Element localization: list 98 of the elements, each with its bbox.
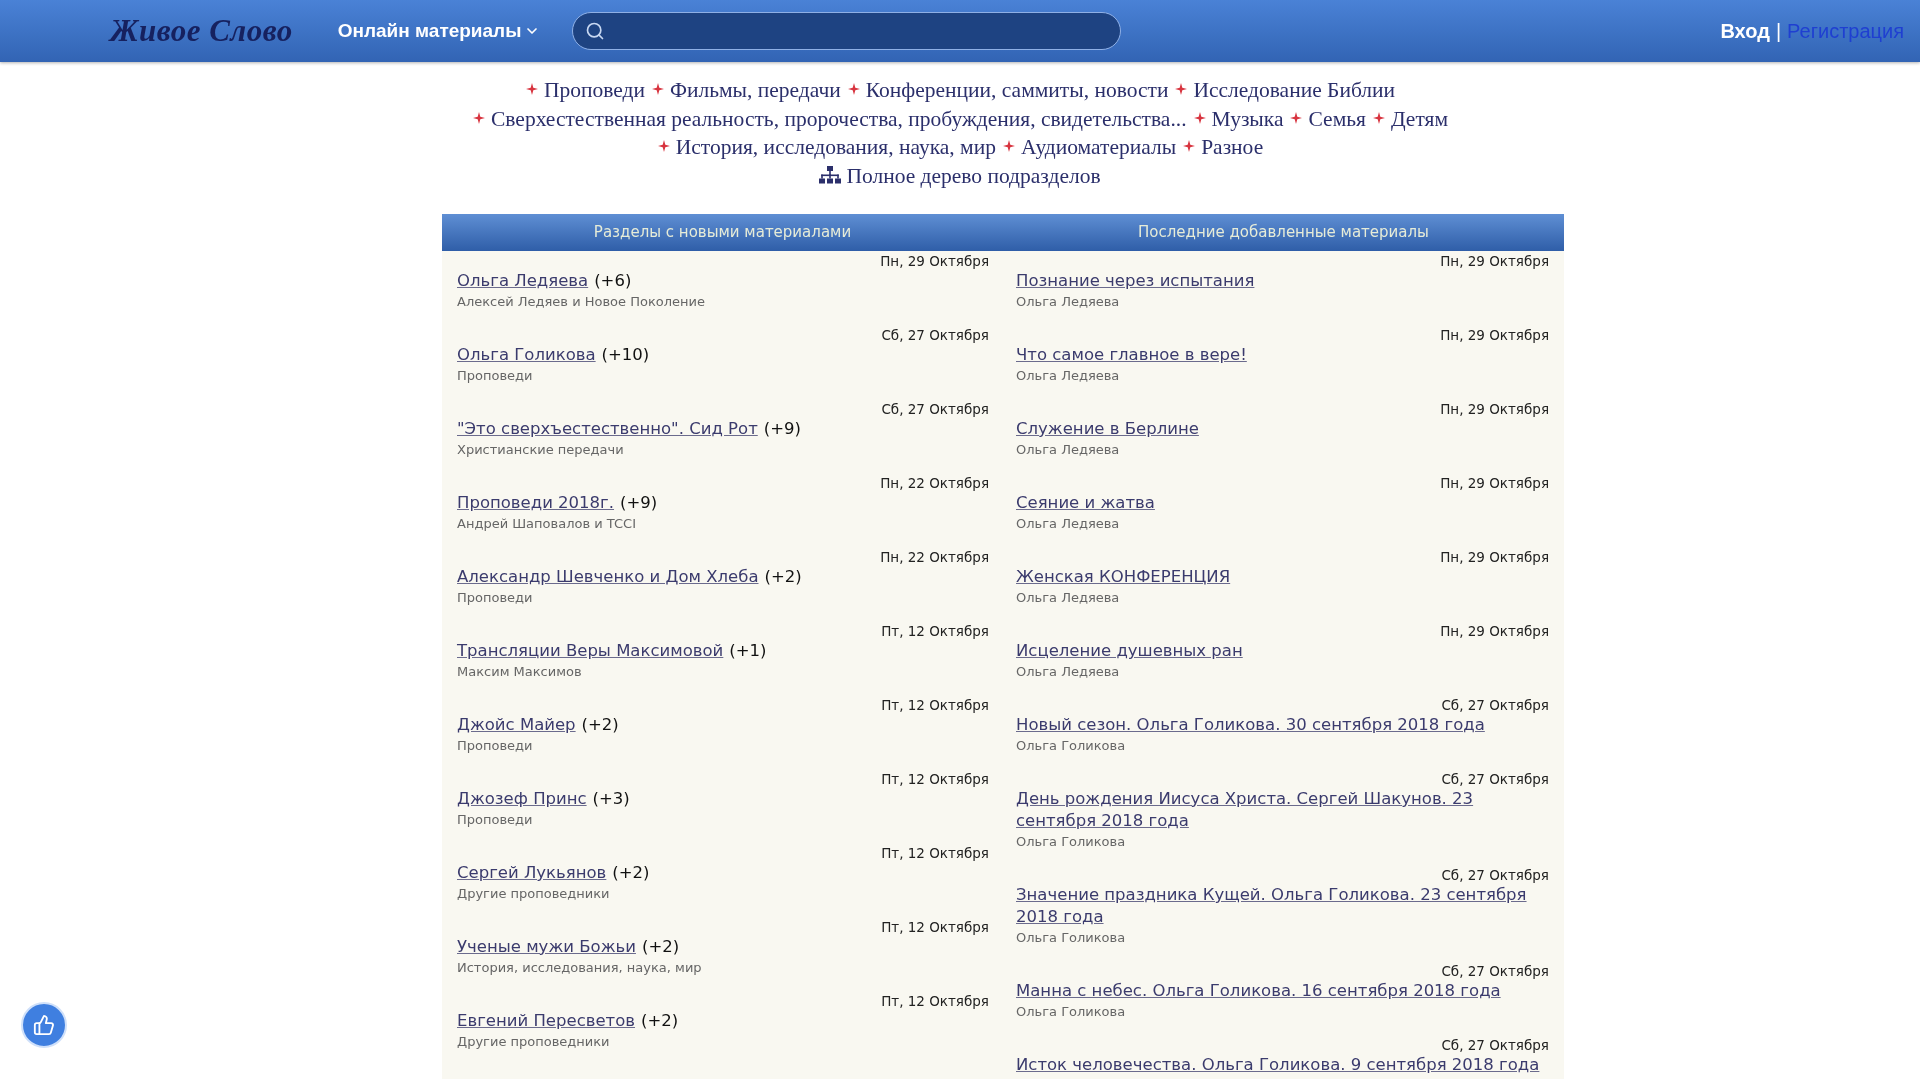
item-subtitle: Ольга Ледяева: [1016, 515, 1121, 533]
category-link[interactable]: Музыка: [1211, 106, 1284, 131]
item-date: Пн, 22 Октября: [880, 549, 989, 566]
item-count: (+10): [601, 345, 650, 364]
column-header: Разделы с новыми материалами: [442, 214, 1003, 251]
item-link[interactable]: Александр Шевченко и Дом Хлеба: [457, 566, 759, 588]
item-date: Пт, 12 Октября: [881, 845, 989, 862]
item-date: Пн, 29 Октября: [1440, 253, 1549, 270]
category-link[interactable]: Семья: [1308, 106, 1366, 131]
item-subtitle: Максим Максимов: [457, 663, 583, 681]
thumbs-up-icon: [33, 1014, 55, 1036]
item-subtitle: Христианские передачи: [457, 441, 625, 459]
item-date: Пн, 29 Октября: [880, 253, 989, 270]
item-subtitle: Другие проповедники: [457, 885, 611, 903]
item-subtitle: Ольга Ледяева: [1016, 441, 1121, 459]
item-count: (+2): [641, 1011, 679, 1030]
item-link[interactable]: Трансляции Веры Максимовой: [457, 640, 724, 662]
item-subtitle: Ольга Голикова: [1016, 929, 1127, 947]
item-link[interactable]: Джозеф Принс: [457, 788, 587, 810]
item-link[interactable]: День рождения Иисуса Христа. Сергей Шакунов. 23 сентября 2018 года: [1016, 788, 1549, 832]
item-subtitle: Ольга Голикова: [1016, 737, 1127, 755]
item-link[interactable]: Познание через испытания: [1016, 270, 1255, 292]
item-link[interactable]: Женская КОНФЕРЕНЦИЯ: [1016, 566, 1231, 588]
item-date: Пт, 12 Октября: [881, 919, 989, 936]
category-link[interactable]: Аудиоматериалы: [1020, 135, 1177, 159]
category-link[interactable]: Детям: [1390, 106, 1448, 131]
item-date: Пн, 29 Октября: [1440, 549, 1549, 566]
item-link[interactable]: Исток человечества. Ольга Голикова. 9 сентября 2018 года: [1016, 1054, 1540, 1076]
item-date: Сб, 27 Октября: [881, 401, 989, 418]
item-count: (+2): [764, 567, 802, 586]
item-subtitle: Проповеди: [457, 737, 534, 755]
item-date: Сб, 27 Октября: [1441, 1037, 1549, 1054]
item-link[interactable]: Евгений Пересветов: [457, 1010, 635, 1032]
item-date: Пн, 29 Октября: [1440, 327, 1549, 344]
category-link[interactable]: Фильмы, передачи: [669, 78, 841, 102]
item-count: (+9): [620, 493, 658, 512]
item-link[interactable]: Сеяние и жатва: [1016, 492, 1155, 514]
item-subtitle: Ольга Ледяева: [1016, 663, 1121, 681]
item-date: Сб, 27 Октября: [1441, 963, 1549, 980]
item-link[interactable]: Ольга Голикова: [457, 344, 596, 366]
item-date: Сб, 27 Октября: [1441, 867, 1549, 884]
item-subtitle: Андрей Шаповалов и TCCI: [457, 515, 637, 533]
item-link[interactable]: Служение в Берлине: [1016, 418, 1199, 440]
item-subtitle: Ольга Ледяева: [1016, 367, 1121, 385]
item-count: (+1): [729, 641, 767, 660]
item-link[interactable]: "Это сверхъестественно". Сид Рот: [457, 418, 758, 440]
item-date: Сб, 27 Октября: [1441, 697, 1549, 714]
item-link[interactable]: Ольга Ледяева: [457, 270, 589, 292]
item-subtitle: Другие проповедники: [457, 1033, 611, 1051]
category-link[interactable]: Исследование Библии: [1193, 78, 1396, 102]
item-count: (+2): [641, 937, 680, 956]
category-link[interactable]: Сверхестественная реальность, пророчества, пробуждения, свидетельства...: [491, 106, 1187, 131]
item-subtitle: Ольга Голикова: [1016, 833, 1127, 851]
item-link[interactable]: Значение праздника Кущей. Ольга Голикова. 23 сентября 2018 года: [1016, 884, 1549, 928]
item-count: (+6): [594, 271, 632, 290]
item-subtitle: Проповеди: [457, 811, 534, 829]
item-count: (+9): [763, 419, 801, 438]
item-date: Пт, 12 Октября: [881, 771, 989, 788]
item-link[interactable]: Что самое главное в вере!: [1016, 344, 1247, 366]
item-date: Пн, 29 Октября: [1440, 623, 1549, 640]
item-date: Пн, 22 Октября: [880, 475, 989, 492]
link-separator: |: [1775, 19, 1782, 44]
column-header: Последние добавленные материалы: [1003, 214, 1564, 251]
item-date: Пт, 12 Октября: [881, 623, 989, 640]
item-count: (+2): [581, 715, 619, 734]
item-count: (+3): [592, 789, 630, 808]
item-date: Сб, 27 Октября: [1441, 771, 1549, 788]
item-date: Сб, 27 Октября: [881, 327, 989, 344]
hierarchy-icon: [819, 165, 842, 185]
item-count: (+2): [612, 863, 650, 882]
item-link[interactable]: Манна с небес. Ольга Голикова. 16 сентября 2018 года: [1016, 980, 1501, 1002]
item-link[interactable]: Ученые мужи Божьи: [457, 936, 636, 958]
item-subtitle: Ольга Голикова: [1016, 1003, 1127, 1021]
item-link[interactable]: Джойс Майер: [457, 714, 576, 736]
item-date: Пн, 29 Октября: [1440, 475, 1549, 492]
category-link[interactable]: Проповеди: [543, 78, 645, 102]
item-link[interactable]: Сергей Лукьянов: [457, 862, 607, 884]
item-date: Пн, 29 Октября: [1440, 401, 1549, 418]
item-subtitle: История, исследования, наука, мир: [457, 959, 703, 977]
like-button[interactable]: [21, 1002, 67, 1048]
item-link[interactable]: Новый сезон. Ольга Голикова. 30 сентября 2018 года: [1016, 714, 1485, 736]
search-field[interactable]: [572, 12, 1122, 50]
item-subtitle: Проповеди: [457, 589, 534, 607]
category-link[interactable]: Разное: [1201, 135, 1264, 159]
item-subtitle: Проповеди: [457, 367, 534, 385]
materials-menu[interactable]: Онлайн материалы: [337, 16, 541, 46]
item-subtitle: Ольга Ледяева: [1016, 293, 1121, 311]
search-icon: [585, 21, 606, 41]
item-link[interactable]: Проповеди 2018г.: [457, 492, 615, 514]
item-subtitle: Ольга Ледяева: [1016, 589, 1121, 607]
item-date: Пт, 12 Октября: [881, 697, 989, 714]
category-link[interactable]: Конференции, саммиты, новости: [865, 78, 1169, 102]
login-link[interactable]: Вход: [1720, 16, 1770, 46]
item-link[interactable]: Исцеление душевных ран: [1016, 640, 1243, 662]
item-subtitle: Алексей Ледяев и Новое Поколение: [457, 293, 706, 311]
item-date: Пт, 12 Октября: [881, 993, 989, 1010]
subsection-tree-link[interactable]: Полное дерево подразделов: [846, 163, 1101, 188]
category-link[interactable]: История, исследования, наука, мир: [675, 135, 996, 159]
